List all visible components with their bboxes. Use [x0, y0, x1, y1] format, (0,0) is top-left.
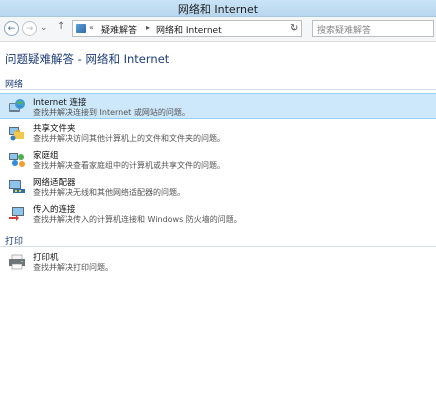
search-input[interactable]: 搜索疑难解答 [317, 23, 371, 36]
list-item-homegroup[interactable]: 家庭组 查找并解决查看家庭组中的计算机或共享文件的问题。 [0, 147, 436, 173]
forward-button[interactable]: → [22, 21, 37, 36]
navigation-toolbar: ← → ⌄ ↑ « 疑难解答 ▸ 网络和 Internet ⌄ ↻ 搜索疑难解答 [0, 17, 436, 42]
internet-globe-icon [9, 99, 25, 112]
refresh-button[interactable]: ↻ [290, 23, 298, 34]
incoming-connection-icon [9, 207, 24, 221]
search-box[interactable]: 搜索疑难解答 [312, 20, 434, 37]
list-item-printer[interactable]: 打印机 查找并解决打印问题。 [0, 249, 436, 275]
list-item-shared-folders[interactable]: 共享文件夹 查找并解决访问其他计算机上的文件和文件夹的问题。 [0, 120, 436, 146]
section-divider [0, 246, 436, 247]
item-description: 查找并解决传入的计算机连接和 Windows 防火墙的问题。 [33, 215, 242, 224]
back-button[interactable]: ← [4, 21, 19, 36]
arrow-left-icon: ← [7, 23, 16, 34]
list-item-internet-connection[interactable]: Internet 连接 查找并解决连接到 Internet 或网站的问题。 [0, 93, 436, 119]
homegroup-icon [9, 153, 25, 167]
list-item-network-adapter[interactable]: 网络适配器 查找并解决无线和其他网络适配器的问题。 [0, 174, 436, 200]
title-bar: 网络和 Internet [0, 0, 436, 17]
network-adapter-icon [9, 180, 25, 193]
item-description: 查找并解决无线和其他网络适配器的问题。 [33, 188, 185, 197]
breadcrumb-troubleshooting[interactable]: 疑难解答 [101, 23, 137, 36]
item-description: 查找并解决查看家庭组中的计算机或共享文件的问题。 [33, 161, 225, 170]
recent-locations-chevron-icon[interactable]: ⌄ [40, 23, 48, 33]
section-divider [0, 89, 436, 90]
address-bar[interactable]: « 疑难解答 ▸ 网络和 Internet ⌄ [72, 20, 302, 37]
item-description: 查找并解决访问其他计算机上的文件和文件夹的问题。 [33, 134, 225, 143]
shared-folder-icon [9, 127, 24, 141]
window-title: 网络和 Internet [177, 3, 259, 16]
printer-icon [9, 254, 25, 270]
item-description: 查找并解决连接到 Internet 或网站的问题。 [33, 108, 190, 117]
breadcrumb-network-internet[interactable]: 网络和 Internet [156, 23, 222, 36]
arrow-right-icon: → [25, 23, 34, 34]
list-item-incoming-connections[interactable]: 传入的连接 查找并解决传入的计算机连接和 Windows 防火墙的问题。 [0, 201, 436, 227]
item-description: 查找并解决打印问题。 [33, 263, 113, 272]
up-button[interactable]: ↑ [57, 21, 65, 32]
page-title: 问题疑难解答 - 网络和 Internet [5, 52, 170, 66]
breadcrumb-separator-icon[interactable]: ▸ [146, 23, 150, 32]
breadcrumb-overflow-icon[interactable]: « [89, 23, 94, 32]
control-panel-icon [76, 24, 86, 33]
